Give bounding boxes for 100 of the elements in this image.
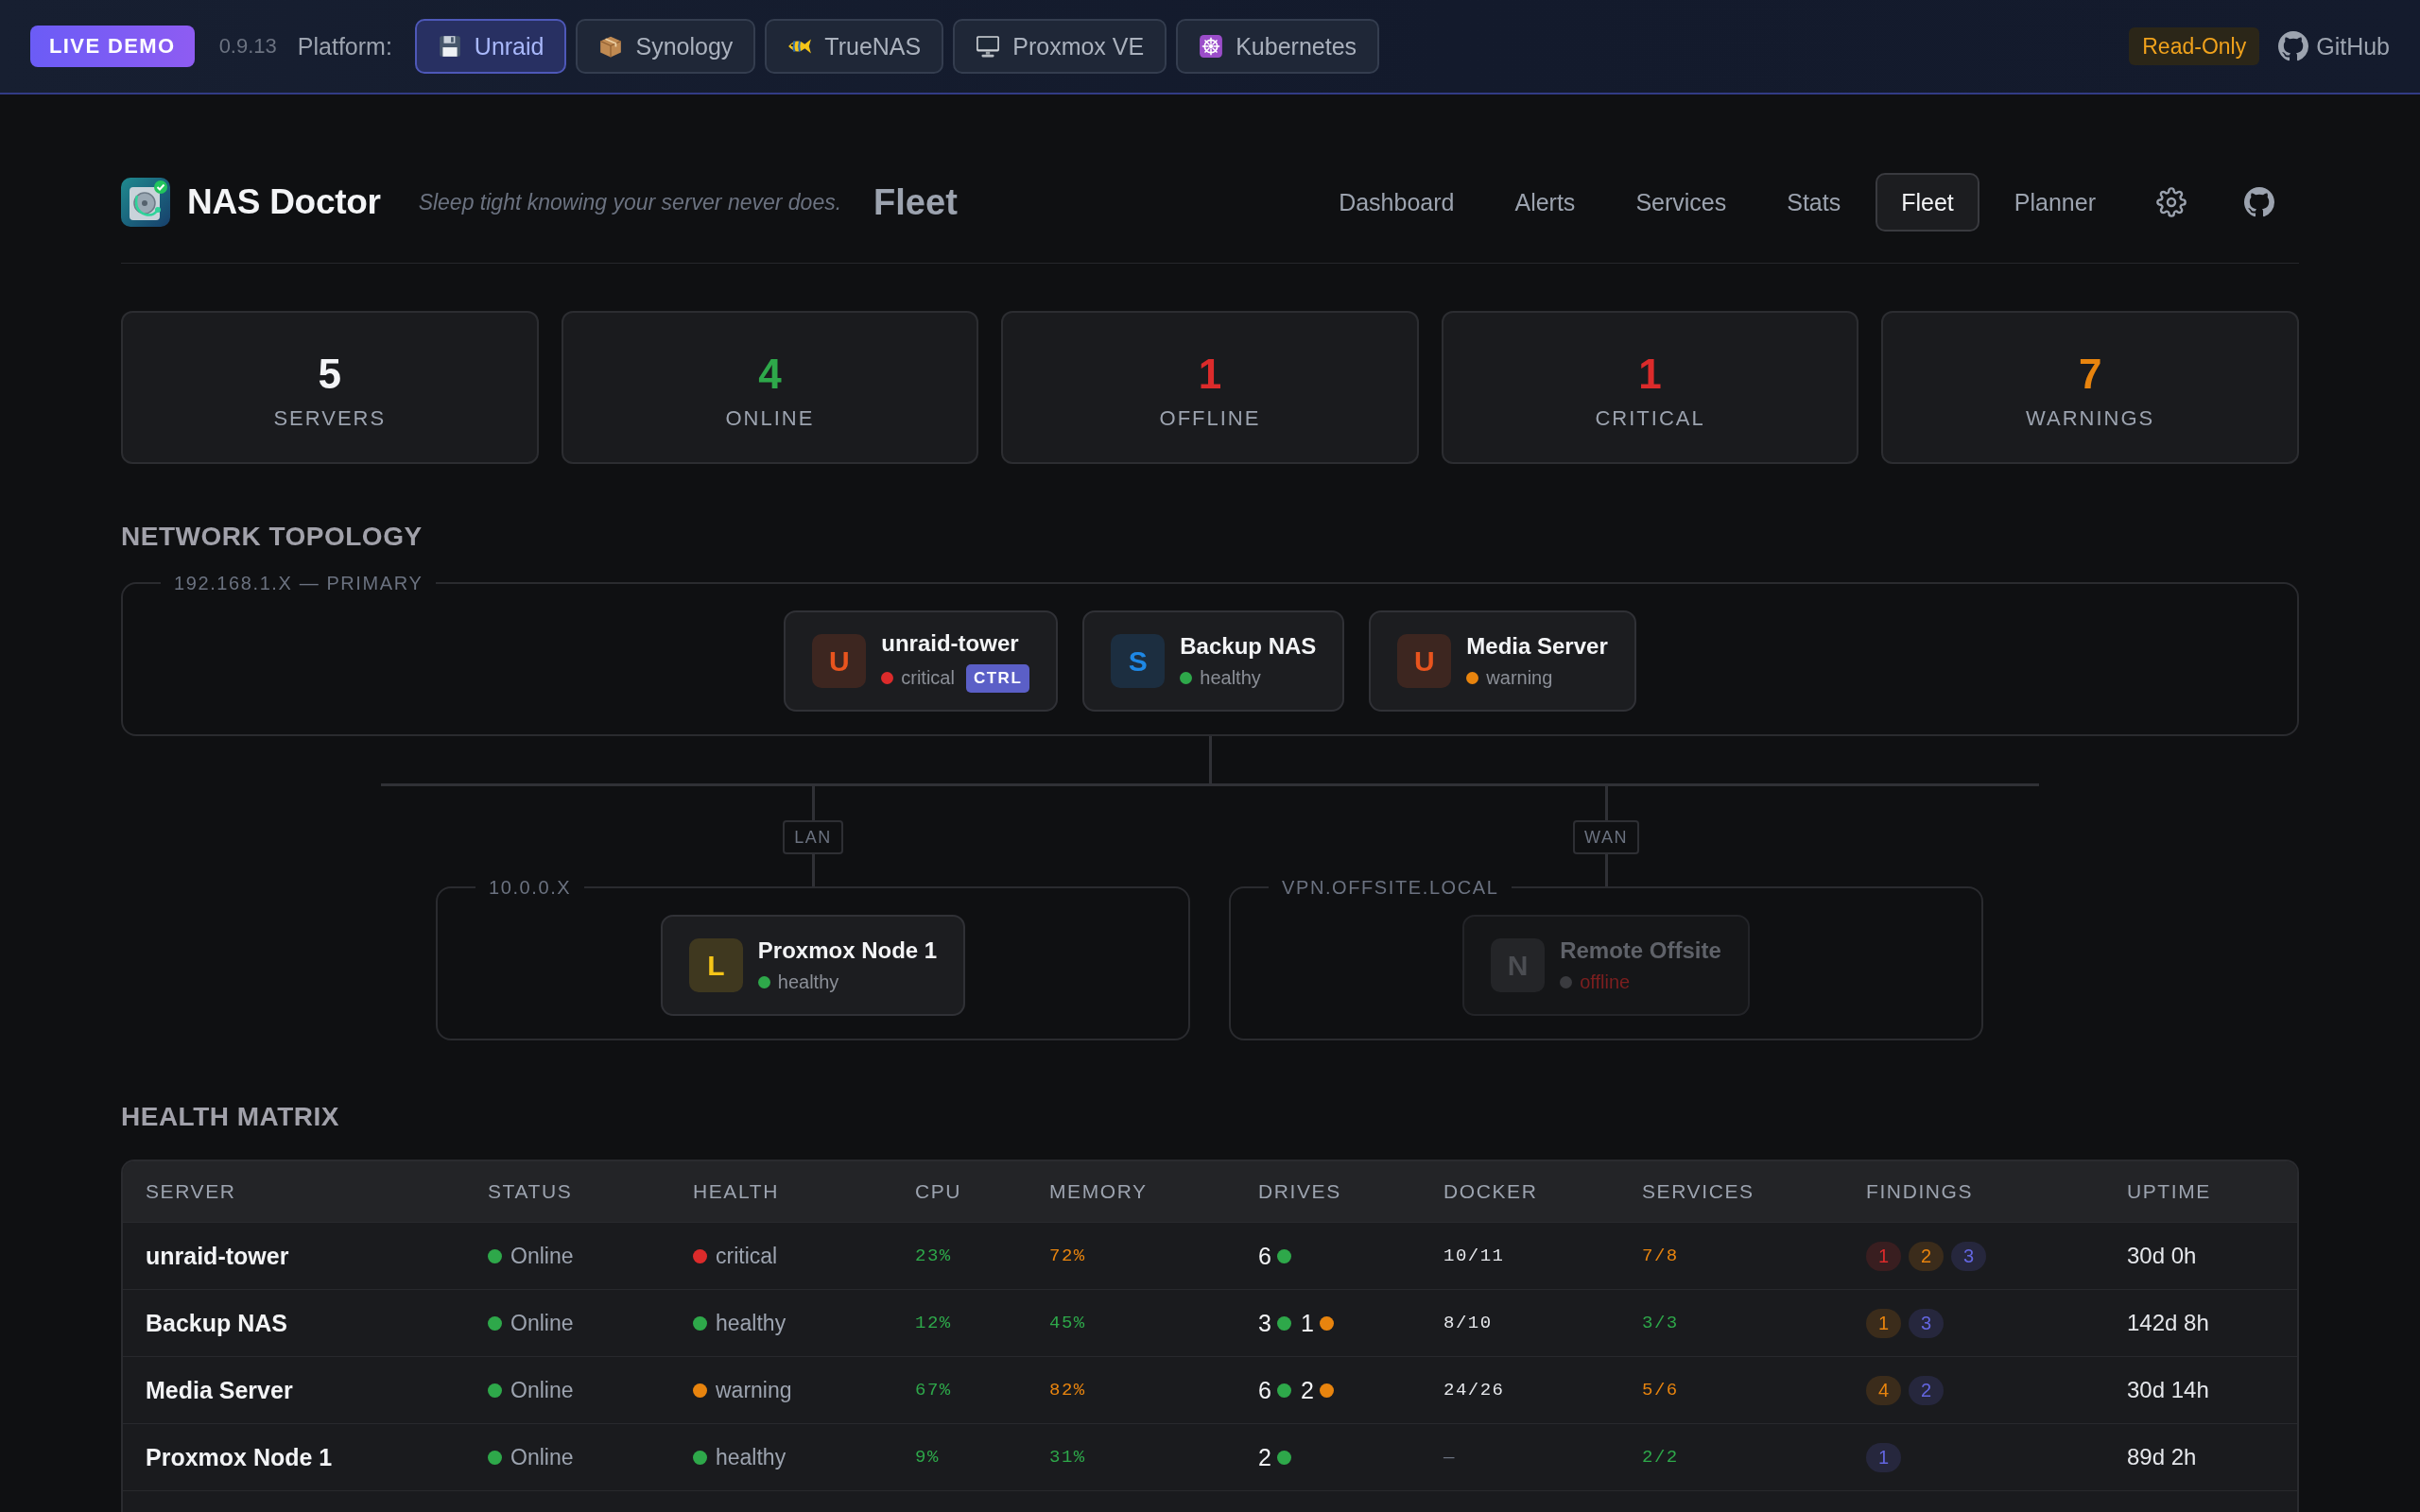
drive-count: 6 <box>1258 1242 1271 1270</box>
docker-count: — <box>1443 1447 1456 1468</box>
drive-count: 2 <box>1300 1376 1314 1404</box>
server-name: Media Server <box>146 1376 293 1403</box>
platform-tab[interactable]: TrueNAS <box>765 19 944 74</box>
health-text: warning <box>716 1377 792 1403</box>
nav-tab[interactable]: Stats <box>1761 173 1867 232</box>
github-icon <box>2244 187 2274 217</box>
column-header: SERVER <box>146 1180 237 1203</box>
memory-reading: 82% <box>1049 1380 1086 1400</box>
github-icon <box>2278 31 2309 61</box>
docker-count: 10/11 <box>1443 1246 1505 1266</box>
stat-label: ONLINE <box>725 408 815 429</box>
column-header: SERVICES <box>1642 1180 1755 1203</box>
memory-reading: 72% <box>1049 1246 1086 1266</box>
server-node[interactable]: U unraid-tower critical CTRL <box>784 610 1059 712</box>
stat-value: 7 <box>2078 353 2102 395</box>
cardboard-box-icon <box>598 34 624 59</box>
server-name: unraid-tower <box>146 1242 289 1269</box>
tagline: Sleep tight knowing your server never does. <box>418 189 842 215</box>
nav-tab[interactable]: Fleet <box>1876 173 1979 232</box>
status-text: Online <box>510 1377 574 1403</box>
drive-count: 3 <box>1258 1309 1271 1337</box>
memory-reading: 31% <box>1049 1447 1086 1468</box>
services-count: 2/2 <box>1642 1447 1679 1468</box>
node-name: Backup NAS <box>1180 633 1317 660</box>
section-heading: HEALTH MATRIX <box>121 1101 340 1133</box>
uptime-text: 142d 8h <box>2127 1310 2209 1335</box>
cpu-reading: 23% <box>915 1246 952 1266</box>
desktop-monitor-icon <box>976 34 1001 59</box>
nav-tab[interactable]: Alerts <box>1489 173 1601 232</box>
health-text: healthy <box>716 1310 786 1336</box>
stat-label: CRITICAL <box>1595 408 1705 429</box>
status-text: warning <box>1486 667 1553 689</box>
status-text: healthy <box>777 971 839 993</box>
drive-count: 1 <box>1300 1309 1314 1337</box>
read-only-badge: Read-Only <box>2129 27 2260 65</box>
column-header: UPTIME <box>2127 1180 2212 1203</box>
finding-count: 1 <box>1877 1314 1890 1332</box>
nav-tab[interactable]: Dashboard <box>1313 173 1480 232</box>
node-name: unraid-tower <box>881 629 1020 657</box>
finding-count: 1 <box>1877 1448 1890 1467</box>
health-text: healthy <box>716 1444 786 1470</box>
uptime-text: 30d 14h <box>2127 1377 2209 1402</box>
section-heading: NETWORK TOPOLOGY <box>121 521 424 553</box>
platform-label: Platform: <box>297 32 392 60</box>
platform-tab[interactable]: Proxmox VE <box>953 19 1167 74</box>
node-name: Media Server <box>1466 633 1608 660</box>
health-text: critical <box>716 1243 778 1269</box>
column-header: HEALTH <box>693 1180 780 1203</box>
uptime-text: 30d 0h <box>2127 1243 2197 1268</box>
column-header: CPU <box>915 1180 963 1203</box>
nav-tab[interactable]: Services <box>1610 173 1753 232</box>
column-header: DRIVES <box>1258 1180 1342 1203</box>
docker-count: 8/10 <box>1443 1313 1493 1333</box>
stat-label: WARNINGS <box>2026 408 2155 429</box>
server-node[interactable]: U Media Server warning <box>1369 610 1636 712</box>
platform-tab[interactable]: Unraid <box>414 19 567 74</box>
docker-count: 24/26 <box>1443 1380 1505 1400</box>
cpu-reading: 9% <box>915 1447 940 1468</box>
node-name: Proxmox Node 1 <box>757 937 938 964</box>
cpu-reading: 67% <box>915 1380 952 1400</box>
stat-value: 1 <box>1198 353 1222 395</box>
avatar-letter: U <box>1413 646 1435 676</box>
server-node[interactable]: S Backup NAS healthy <box>1082 610 1345 712</box>
status-text: Online <box>510 1444 574 1470</box>
column-header: FINDINGS <box>1866 1180 1975 1203</box>
stat-value: 1 <box>1638 353 1662 395</box>
nav-tab[interactable]: Planner <box>1988 173 2121 232</box>
finding-count: 3 <box>1920 1314 1932 1332</box>
server-name: Backup NAS <box>146 1309 288 1336</box>
status-text: critical <box>901 667 955 689</box>
platform-tab[interactable]: Synology <box>576 19 756 74</box>
stat-value: 5 <box>318 353 342 395</box>
stat-label: SERVERS <box>273 408 387 429</box>
status-text: offline <box>1580 971 1631 993</box>
column-header: STATUS <box>488 1180 574 1203</box>
github-link[interactable]: GitHub <box>2278 31 2390 61</box>
server-node[interactable]: L Proxmox Node 1 healthy <box>660 915 966 1016</box>
connection-label: LAN <box>783 820 843 854</box>
platform-tab[interactable]: Kubernetes <box>1176 19 1380 74</box>
memory-reading: 45% <box>1049 1313 1086 1333</box>
status-text: Online <box>510 1243 574 1269</box>
controller-tag: CTRL <box>965 663 1030 693</box>
finding-count: 2 <box>1920 1246 1932 1265</box>
live-demo-badge: LIVE DEMO <box>30 26 195 67</box>
stat-value: 4 <box>758 353 782 395</box>
app-name: NAS Doctor <box>187 182 381 222</box>
status-text: healthy <box>1200 667 1261 689</box>
services-count: 5/6 <box>1642 1380 1679 1400</box>
column-header: DOCKER <box>1443 1180 1539 1203</box>
cpu-reading: 12% <box>915 1313 952 1333</box>
drive-count: 2 <box>1258 1443 1271 1471</box>
node-name: Remote Offsite <box>1560 937 1721 964</box>
stat-label: OFFLINE <box>1159 408 1261 429</box>
avatar-letter: L <box>707 951 725 980</box>
uptime-text: 89d 2h <box>2127 1444 2197 1469</box>
settings-icon <box>2156 187 2187 217</box>
server-name: Proxmox Node 1 <box>146 1443 333 1470</box>
services-count: 7/8 <box>1642 1246 1679 1266</box>
